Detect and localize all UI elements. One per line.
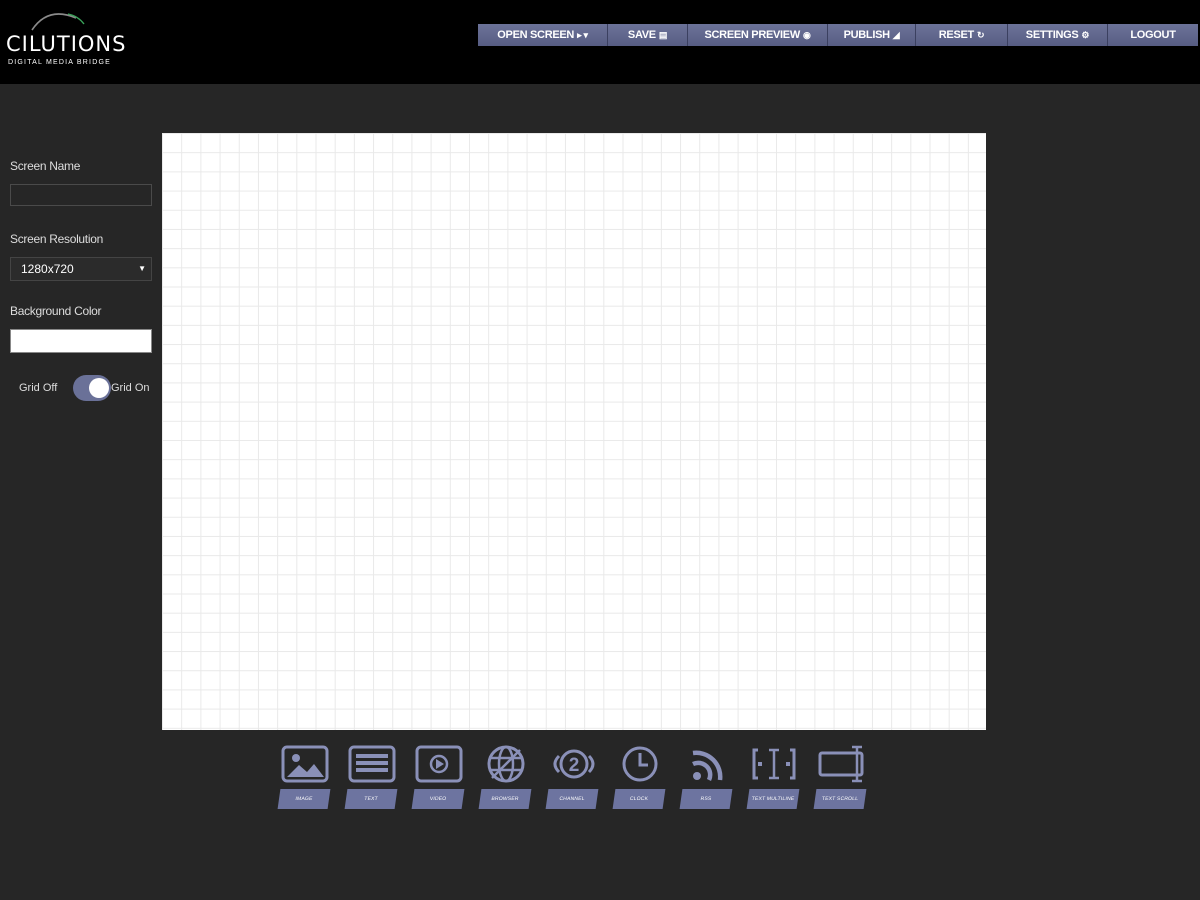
save-button[interactable]: SAVE ▤: [608, 24, 688, 46]
globe-icon: [487, 745, 525, 783]
brand-name: CILUTIONS: [6, 32, 127, 56]
header-bar: CILUTIONS DIGITAL MEDIA BRIDGE OPEN SCRE…: [0, 0, 1200, 84]
main-nav: OPEN SCREEN ▸ ▾ SAVE ▤ SCREEN PREVIEW ◉ …: [478, 24, 1198, 46]
clock-icon: [622, 746, 658, 782]
widget-clock-button[interactable]: CLOCK: [612, 742, 668, 810]
widget-toolbar: IMAGE TEXT VIDEO BROWSER 2 CHANNEL CLOCK…: [277, 742, 869, 812]
grid-off-label: Grid Off: [19, 382, 58, 394]
screen-name-input[interactable]: [10, 184, 152, 206]
send-icon: ◢: [892, 29, 900, 40]
refresh-icon: ↻: [976, 29, 985, 40]
background-color-label: Background Color: [10, 304, 102, 318]
rss-icon: [692, 750, 723, 781]
grid-toggle-knob: [89, 378, 109, 398]
screen-name-label: Screen Name: [10, 159, 81, 173]
video-icon: [415, 745, 463, 783]
screen-preview-button[interactable]: SCREEN PREVIEW ◉: [688, 24, 828, 46]
grid-toggle-row: Grid Off Grid On: [19, 374, 159, 404]
brand-tagline: DIGITAL MEDIA BRIDGE: [8, 59, 111, 66]
image-icon: [281, 745, 329, 783]
widget-label: RSS: [679, 789, 733, 809]
nav-label: LOGOUT: [1130, 29, 1176, 41]
screen-resolution-label: Screen Resolution: [10, 232, 103, 246]
logout-button[interactable]: LOGOUT: [1108, 24, 1198, 46]
open-file-icon: ▸ ▾: [577, 29, 588, 40]
nav-label: SCREEN PREVIEW: [704, 29, 801, 41]
logo-arc-icon: [31, 13, 85, 31]
screen-resolution-value: 1280x720: [21, 262, 74, 276]
nav-label: PUBLISH: [843, 29, 890, 41]
grid-on-label: Grid On: [111, 382, 150, 394]
brand-logo[interactable]: CILUTIONS DIGITAL MEDIA BRIDGE: [6, 6, 140, 68]
nav-label: RESET: [938, 29, 974, 41]
widget-rss-button[interactable]: RSS: [679, 742, 735, 810]
text-scroll-icon: [818, 745, 864, 783]
widget-label: BROWSER: [478, 789, 532, 809]
widget-label: TEXT MULTILINE: [746, 789, 800, 809]
widget-image-button[interactable]: IMAGE: [277, 742, 333, 810]
widget-label: CLOCK: [612, 789, 666, 809]
open-screen-button[interactable]: OPEN SCREEN ▸ ▾: [478, 24, 608, 46]
widget-label: TEXT SCROLL: [813, 789, 867, 809]
design-canvas[interactable]: [162, 133, 986, 730]
widget-text-button[interactable]: TEXT: [344, 742, 400, 810]
text-icon: [348, 745, 396, 783]
settings-button[interactable]: SETTINGS ⚙: [1008, 24, 1108, 46]
nav-label: OPEN SCREEN: [497, 29, 575, 41]
screen-resolution-select[interactable]: 1280x720 ▼: [10, 257, 152, 281]
gear-icon: ⚙: [1081, 29, 1090, 40]
widget-text-multiline-button[interactable]: TEXT MULTILINE: [746, 742, 802, 810]
widget-label: TEXT: [344, 789, 398, 809]
widget-label: IMAGE: [277, 789, 331, 809]
widget-video-button[interactable]: VIDEO: [411, 742, 467, 810]
background-color-swatch[interactable]: [10, 329, 152, 353]
widget-text-scroll-button[interactable]: TEXT SCROLL: [813, 742, 869, 810]
nav-label: SAVE: [627, 29, 656, 41]
save-icon: ▤: [658, 29, 668, 40]
publish-button[interactable]: PUBLISH ◢: [828, 24, 916, 46]
widget-channel-button[interactable]: 2 CHANNEL: [545, 742, 601, 810]
text-multiline-icon: [752, 748, 796, 780]
reset-button[interactable]: RESET ↻: [916, 24, 1008, 46]
widget-label: CHANNEL: [545, 789, 599, 809]
channel-icon: 2: [553, 749, 595, 779]
svg-text:2: 2: [569, 755, 580, 776]
nav-label: SETTINGS: [1025, 29, 1079, 41]
preview-icon: ◉: [802, 29, 811, 40]
caret-down-icon: ▼: [138, 264, 146, 273]
grid-toggle-switch[interactable]: [73, 375, 111, 401]
widget-label: VIDEO: [411, 789, 465, 809]
widget-browser-button[interactable]: BROWSER: [478, 742, 534, 810]
